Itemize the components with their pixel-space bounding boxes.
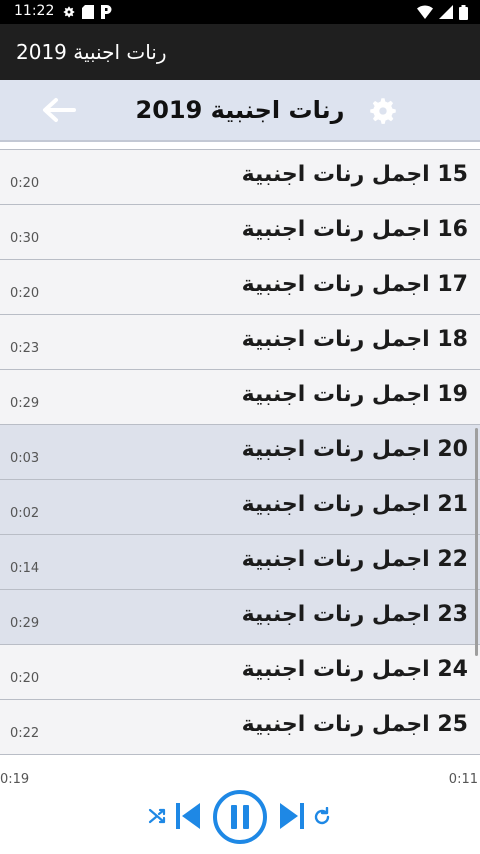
settings-button[interactable] xyxy=(366,94,400,128)
track-list[interactable]: 15 اجمل رنات اجنبية 0:20 16 اجمل رنات اج… xyxy=(0,149,480,757)
track-row[interactable]: 15 اجمل رنات اجنبية 0:20 xyxy=(0,150,480,205)
gear-icon xyxy=(63,6,75,18)
app-bar: رنات اجنبية 2019 xyxy=(0,24,480,80)
track-row[interactable]: 21 اجمل رنات اجنبية 0:02 xyxy=(0,480,480,535)
track-row[interactable]: 24 اجمل رنات اجنبية 0:20 xyxy=(0,645,480,700)
track-title: 25 اجمل رنات اجنبية xyxy=(241,712,468,737)
time-elapsed: 0:19 xyxy=(0,772,30,787)
battery-icon xyxy=(459,4,468,20)
arrow-left-icon xyxy=(43,98,76,122)
track-duration: 0:22 xyxy=(10,726,40,741)
track-row[interactable]: 20 اجمل رنات اجنبية 0:03 xyxy=(0,425,480,480)
status-time: 11:22 xyxy=(14,3,55,19)
track-title: 24 اجمل رنات اجنبية xyxy=(241,657,468,682)
track-duration: 0:03 xyxy=(10,451,40,466)
signal-icon xyxy=(439,5,453,19)
track-title: 19 اجمل رنات اجنبية xyxy=(241,382,468,407)
track-duration: 0:29 xyxy=(10,616,40,631)
track-duration: 0:02 xyxy=(10,506,40,521)
track-title: 16 اجمل رنات اجنبية xyxy=(241,217,468,242)
track-duration: 0:14 xyxy=(10,561,40,576)
track-duration: 0:23 xyxy=(10,341,40,356)
status-icons-right xyxy=(417,4,468,20)
track-duration: 0:20 xyxy=(10,286,40,301)
track-row[interactable]: 22 اجمل رنات اجنبية 0:14 xyxy=(0,535,480,590)
header-title: رنات اجنبية 2019 xyxy=(135,96,345,124)
parking-icon xyxy=(101,5,112,19)
pause-icon[interactable] xyxy=(212,789,268,845)
player-bar: 0:19 0:11 xyxy=(0,757,480,854)
status-icons-left xyxy=(62,4,112,20)
track-title: 17 اجمل رنات اجنبية xyxy=(241,272,468,297)
time-total: 0:11 xyxy=(448,772,478,787)
track-title: 21 اجمل رنات اجنبية xyxy=(241,492,468,517)
track-title: 20 اجمل رنات اجنبية xyxy=(241,437,468,462)
shuffle-icon[interactable] xyxy=(148,807,168,825)
track-title: 22 اجمل رنات اجنبية xyxy=(241,547,468,572)
skip-previous-icon[interactable] xyxy=(174,801,202,831)
app-title: رنات اجنبية 2019 xyxy=(16,40,167,64)
track-row[interactable]: 16 اجمل رنات اجنبية 0:30 xyxy=(0,205,480,260)
track-title: 18 اجمل رنات اجنبية xyxy=(241,327,468,352)
track-row[interactable]: 25 اجمل رنات اجنبية 0:22 xyxy=(0,700,480,755)
track-row[interactable]: 23 اجمل رنات اجنبية 0:29 xyxy=(0,590,480,645)
back-button[interactable] xyxy=(40,95,78,125)
wifi-icon xyxy=(417,5,433,19)
track-duration: 0:20 xyxy=(10,671,40,686)
track-row[interactable]: 18 اجمل رنات اجنبية 0:23 xyxy=(0,315,480,370)
track-duration: 0:30 xyxy=(10,231,40,246)
track-title: 15 اجمل رنات اجنبية xyxy=(241,162,468,187)
track-row[interactable]: 19 اجمل رنات اجنبية 0:29 xyxy=(0,370,480,425)
scrollbar-thumb[interactable] xyxy=(475,428,478,656)
track-title: 23 اجمل رنات اجنبية xyxy=(241,602,468,627)
header: رنات اجنبية 2019 xyxy=(0,80,480,142)
status-bar: 11:22 xyxy=(0,0,480,24)
gear-icon xyxy=(370,98,396,124)
track-duration: 0:29 xyxy=(10,396,40,411)
sd-card-icon xyxy=(82,5,94,19)
track-row[interactable]: 17 اجمل رنات اجنبية 0:20 xyxy=(0,260,480,315)
repeat-icon[interactable] xyxy=(312,807,332,827)
skip-next-icon[interactable] xyxy=(278,801,306,831)
track-duration: 0:20 xyxy=(10,176,40,191)
